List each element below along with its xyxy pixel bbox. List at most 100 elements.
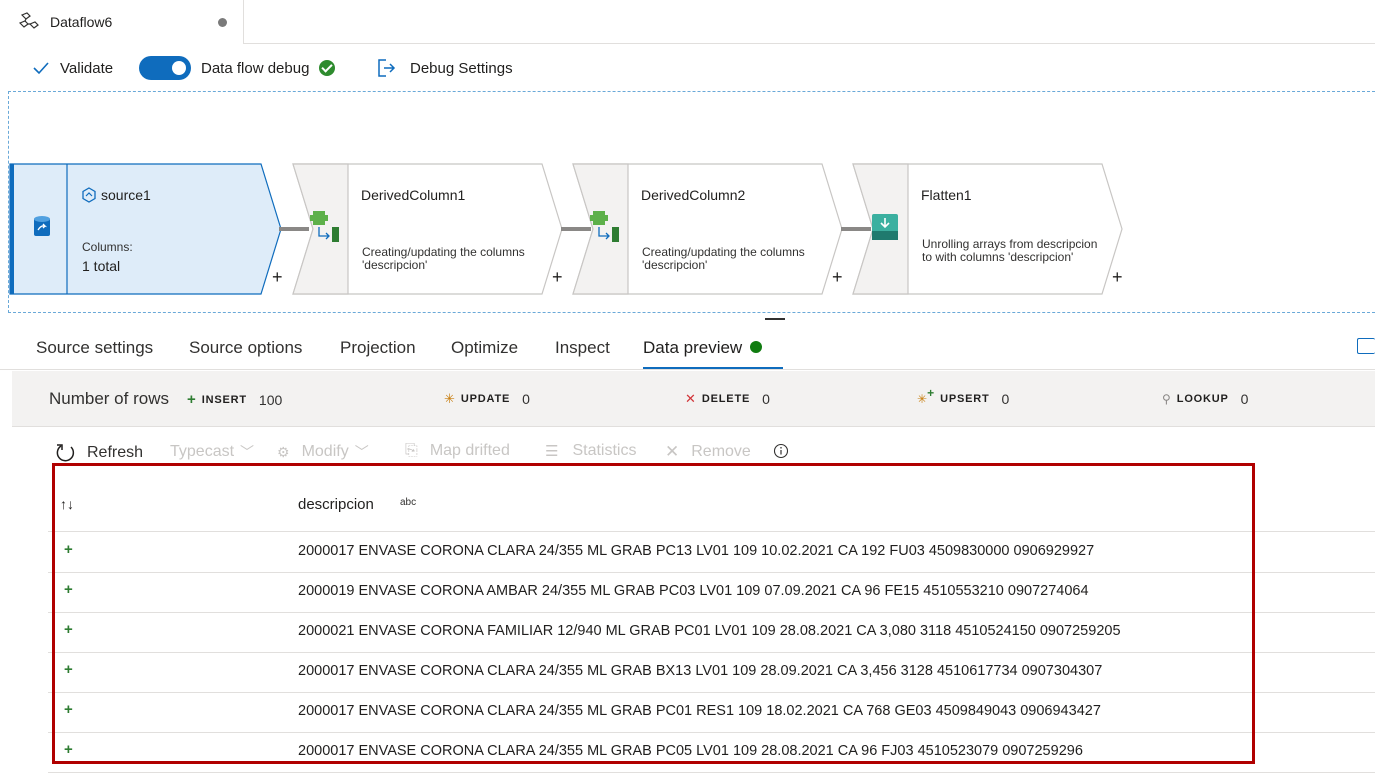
flatten1-node[interactable]: Flatten1 Unrolling arrays from descripci… (849, 163, 1134, 295)
table-row[interactable]: + 2000019 ENVASE CORONA AMBAR 24/355 ML … (48, 573, 1375, 613)
modify-icon: ⚙ (277, 443, 290, 460)
add-transformation-button[interactable]: + (272, 267, 283, 288)
dataflow-toolbar: Validate Data flow debug Debug Settings (0, 46, 1375, 90)
info-icon[interactable] (773, 443, 789, 459)
configuration-panel-tabs: Source settings Source options Projectio… (0, 330, 1375, 370)
source-type-icon (82, 187, 96, 203)
tab-data-preview[interactable]: Data preview (643, 338, 763, 358)
lookup-count: 0 (1240, 391, 1249, 407)
columns-value: 1 total (82, 258, 121, 274)
derived-column-icon (310, 211, 339, 242)
columns-label: Columns: (82, 240, 133, 254)
lookup-label: LOOKUP (1176, 393, 1229, 405)
insert-marker-icon: + (64, 741, 73, 758)
map-drifted-label: Map drifted (429, 442, 510, 459)
source1-node[interactable]: source1 Columns: 1 total + (9, 163, 299, 295)
dataflow-canvas[interactable]: source1 Columns: 1 total + DerivedColumn… (8, 91, 1375, 313)
sort-icon[interactable]: ↑↓ (60, 496, 74, 512)
panel-splitter-handle[interactable] (765, 318, 785, 320)
upsert-icon: ✳+ (917, 386, 935, 406)
insert-marker-icon: + (64, 701, 73, 718)
data-flow-debug-toggle[interactable]: Data flow debug (139, 54, 336, 82)
table-row[interactable]: + 2000017 ENVASE CORONA CLARA 24/355 ML … (48, 693, 1375, 733)
upsert-label: UPSERT (940, 393, 990, 405)
chevron-down-icon: ﹀ (354, 444, 369, 460)
map-drifted-icon: ⎘ (405, 442, 418, 459)
validate-label: Validate (60, 59, 114, 77)
tab-source-settings[interactable]: Source settings (36, 338, 153, 358)
table-row[interactable]: + 2000017 ENVASE CORONA CLARA 24/355 ML … (48, 733, 1375, 773)
delete-count: 0 (762, 391, 770, 407)
update-label: UPDATE (460, 393, 511, 405)
row-statistics-bar: Number of rows + INSERT 100 ✳ UPDATE 0 ✕… (12, 371, 1375, 427)
derivedcolumn2-title: DerivedColumn2 (641, 187, 746, 203)
preview-status-dot (750, 341, 763, 353)
unsaved-indicator[interactable] (218, 18, 227, 27)
add-transformation-button[interactable]: + (552, 267, 563, 288)
debug-settings-label: Debug Settings (410, 59, 513, 77)
insert-marker-icon: + (64, 581, 73, 598)
insert-marker-icon: + (64, 541, 73, 558)
refresh-button[interactable]: Refresh (55, 442, 143, 464)
database-icon (34, 216, 50, 236)
column-type-badge: abc (400, 497, 417, 508)
debug-toggle-switch[interactable] (139, 56, 191, 80)
insert-marker-icon: + (64, 661, 73, 678)
validate-button[interactable]: Validate (32, 54, 113, 82)
derivedcolumn1-description: Creating/updating the columns 'descripci… (362, 245, 525, 272)
flatten1-description: Unrolling arrays from descripcion to wit… (922, 237, 1098, 264)
statistics-button[interactable]: ☰ Statistics (545, 442, 636, 460)
tab-optimize[interactable]: Optimize (451, 338, 518, 358)
feedback-icon[interactable] (1357, 338, 1375, 354)
source-node-shape (9, 163, 282, 295)
derivedcolumn1-node[interactable]: DerivedColumn1 Creating/updating the col… (289, 163, 574, 295)
chevron-down-icon: ﹀ (240, 444, 255, 460)
tab-projection[interactable]: Projection (340, 338, 416, 358)
insert-count: 100 (258, 391, 283, 408)
typecast-button[interactable]: Typecast ﹀ (170, 442, 254, 462)
table-cell: 2000017 ENVASE CORONA CLARA 24/355 ML GR… (298, 703, 1101, 719)
typecast-label: Typecast (170, 443, 235, 460)
update-icon: ✳ (444, 391, 455, 406)
tab-title: Dataflow6 (50, 14, 113, 30)
update-count: 0 (522, 391, 530, 407)
dataflow-icon (18, 12, 39, 29)
debug-status-check-icon (319, 60, 336, 76)
map-drifted-button[interactable]: ⎘ Map drifted (405, 442, 510, 460)
delete-stat: ✕ DELETE 0 (685, 391, 770, 407)
data-preview-toolbar: Refresh Typecast ﹀ ⚙ Modify ﹀ ⎘ Map drif… (55, 440, 815, 466)
table-cell: 2000019 ENVASE CORONA AMBAR 24/355 ML GR… (298, 583, 1089, 599)
upsert-stat: ✳+ UPSERT 0 (917, 386, 1010, 407)
upsert-count: 0 (1001, 391, 1010, 407)
column-header-descripcion[interactable]: descripcion (298, 496, 374, 513)
modify-button[interactable]: ⚙ Modify ﹀ (277, 442, 369, 462)
modify-label: Modify (301, 443, 349, 460)
dataflow-tab[interactable]: Dataflow6 (0, 0, 244, 44)
derivedcolumn1-title: DerivedColumn1 (361, 187, 466, 203)
derivedcolumn2-node[interactable]: DerivedColumn2 Creating/updating the col… (569, 163, 854, 295)
add-transformation-button[interactable]: + (832, 267, 843, 288)
remove-button[interactable]: ✕ Remove (665, 442, 751, 462)
lookup-stat: ⚲ LOOKUP 0 (1162, 391, 1248, 407)
update-stat: ✳ UPDATE 0 (444, 391, 530, 407)
derived-column-icon (590, 211, 619, 242)
add-transformation-button[interactable]: + (1112, 267, 1123, 288)
table-row[interactable]: + 2000017 ENVASE CORONA CLARA 24/355 ML … (48, 533, 1375, 573)
insert-icon: + (187, 391, 196, 408)
delete-icon: ✕ (685, 391, 696, 406)
debug-settings-button[interactable]: Debug Settings (376, 54, 513, 82)
table-row[interactable]: + 2000017 ENVASE CORONA CLARA 24/355 ML … (48, 653, 1375, 693)
table-cell: 2000017 ENVASE CORONA CLARA 24/355 ML GR… (298, 543, 1095, 559)
lookup-icon: ⚲ (1162, 392, 1171, 406)
tab-inspect[interactable]: Inspect (555, 338, 610, 358)
debug-label: Data flow debug (201, 59, 310, 77)
table-header: ↑↓ descripcion abc (48, 476, 1375, 532)
table-row[interactable]: + 2000021 ENVASE CORONA FAMILIAR 12/940 … (48, 613, 1375, 653)
delete-label: DELETE (701, 393, 751, 405)
remove-label: Remove (691, 443, 751, 460)
check-icon (33, 62, 49, 75)
active-tab-indicator (643, 367, 783, 369)
tab-data-preview-label: Data preview (643, 338, 743, 357)
flatten1-title: Flatten1 (921, 187, 972, 203)
tab-source-options[interactable]: Source options (189, 338, 302, 358)
